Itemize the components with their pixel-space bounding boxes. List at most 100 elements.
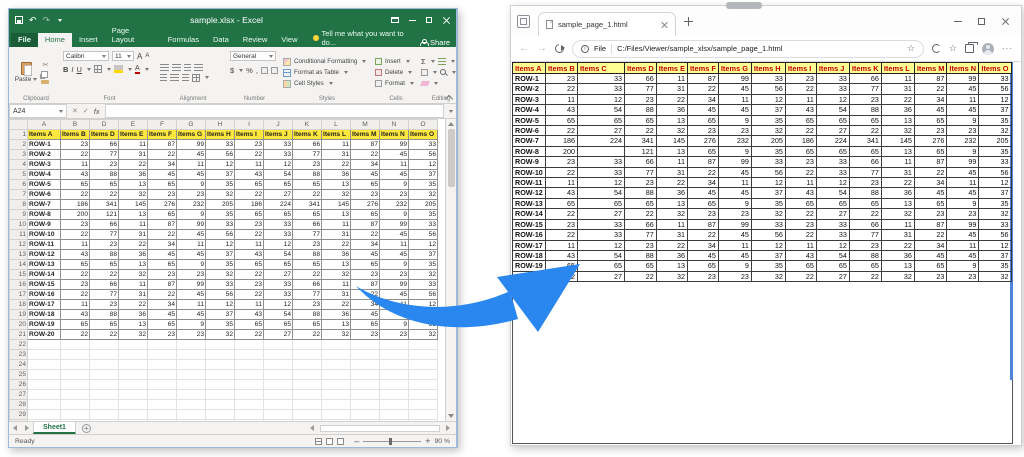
excel-cell[interactable] (293, 380, 322, 390)
excel-cell[interactable] (206, 410, 235, 420)
excel-cell[interactable] (322, 420, 351, 422)
tab-formulas[interactable]: Formulas (161, 33, 206, 47)
format-as-table-button[interactable]: Format as Table (294, 69, 339, 76)
excel-cell[interactable]: 22 (351, 150, 380, 160)
excel-cell[interactable]: Items H (206, 130, 235, 140)
excel-cell[interactable]: Items D (90, 130, 119, 140)
excel-cell[interactable]: 32 (206, 190, 235, 200)
excel-row-header[interactable]: 4 (10, 160, 28, 170)
tab-close-icon[interactable] (661, 21, 668, 28)
excel-cell[interactable] (351, 380, 380, 390)
align-top-icon[interactable] (160, 64, 169, 71)
excel-cell[interactable] (322, 360, 351, 370)
excel-column-header[interactable]: F (148, 120, 177, 130)
excel-cell[interactable] (235, 350, 264, 360)
browser-tab[interactable]: sample_page_1.html (538, 12, 676, 36)
excel-cell[interactable]: 186 (235, 200, 264, 210)
excel-cell[interactable]: 45 (177, 230, 206, 240)
excel-cell[interactable]: 22 (322, 160, 351, 170)
excel-cell[interactable]: ROW-2 (28, 150, 61, 160)
excel-cell[interactable] (206, 390, 235, 400)
excel-cell[interactable]: 34 (148, 240, 177, 250)
excel-cell[interactable]: ROW-1 (28, 140, 61, 150)
excel-cell[interactable]: 23 (61, 140, 90, 150)
excel-cell[interactable]: 32 (119, 190, 148, 200)
excel-cell[interactable]: 45 (177, 150, 206, 160)
excel-cell[interactable] (177, 400, 206, 410)
excel-cell[interactable]: 45 (177, 310, 206, 320)
excel-cell[interactable]: 99 (177, 280, 206, 290)
excel-cell[interactable]: 43 (235, 250, 264, 260)
excel-row-header[interactable]: 10 (10, 220, 28, 230)
excel-cell[interactable]: 45 (351, 170, 380, 180)
excel-cell[interactable]: 65 (148, 320, 177, 330)
excel-cell[interactable]: 66 (90, 220, 119, 230)
excel-cell[interactable] (380, 360, 409, 370)
excel-cell[interactable]: 276 (148, 200, 177, 210)
excel-cell[interactable]: 22 (61, 290, 90, 300)
excel-cell[interactable] (322, 390, 351, 400)
excel-cell[interactable]: 11 (177, 160, 206, 170)
excel-cell[interactable] (177, 410, 206, 420)
excel-cell[interactable] (148, 390, 177, 400)
excel-cell[interactable] (177, 360, 206, 370)
formula-input[interactable] (106, 104, 444, 118)
excel-cell[interactable]: 37 (206, 310, 235, 320)
excel-cell[interactable]: 54 (264, 250, 293, 260)
excel-cell[interactable]: 23 (177, 270, 206, 280)
excel-cell[interactable]: Items I (235, 130, 264, 140)
excel-cell[interactable]: 232 (177, 200, 206, 210)
page-layout-view-icon[interactable] (326, 438, 333, 445)
excel-row-header[interactable]: 27 (10, 390, 28, 400)
refresh-icon[interactable] (553, 42, 566, 55)
excel-cell[interactable] (351, 400, 380, 410)
excel-cell[interactable] (61, 400, 90, 410)
tab-data[interactable]: Data (206, 33, 236, 47)
cut-icon[interactable]: ✂ (41, 61, 50, 69)
excel-cell[interactable]: 65 (235, 320, 264, 330)
zoom-out-icon[interactable]: – (354, 437, 359, 446)
excel-cell[interactable] (235, 410, 264, 420)
excel-cell[interactable]: 9 (177, 260, 206, 270)
excel-cell[interactable]: 22 (119, 160, 148, 170)
excel-cell[interactable]: 66 (90, 280, 119, 290)
excel-cell[interactable]: Items J (264, 130, 293, 140)
excel-cell[interactable] (90, 390, 119, 400)
excel-cell[interactable]: Items A (28, 130, 61, 140)
excel-cell[interactable]: 65 (148, 180, 177, 190)
excel-column-header[interactable]: D (90, 120, 119, 130)
borders-icon[interactable] (94, 65, 102, 73)
excel-row-header[interactable]: 25 (10, 370, 28, 380)
excel-cell[interactable]: 22 (293, 190, 322, 200)
excel-cell[interactable]: 77 (90, 290, 119, 300)
excel-row-header[interactable]: 16 (10, 280, 28, 290)
excel-cell[interactable]: 87 (148, 280, 177, 290)
excel-cell[interactable]: 35 (206, 320, 235, 330)
excel-cell[interactable] (293, 400, 322, 410)
excel-cell[interactable] (90, 420, 119, 422)
italic-button[interactable]: I (71, 65, 73, 74)
excel-cell[interactable] (206, 420, 235, 422)
excel-cell[interactable]: 232 (380, 200, 409, 210)
excel-cell[interactable] (380, 420, 409, 422)
excel-cell[interactable]: 11 (61, 300, 90, 310)
excel-cell[interactable]: 66 (90, 140, 119, 150)
excel-cell[interactable]: 45 (380, 170, 409, 180)
excel-cell[interactable] (28, 340, 61, 350)
excel-cell[interactable]: 23 (235, 220, 264, 230)
excel-cell[interactable]: 9 (177, 210, 206, 220)
excel-cell[interactable]: 11 (380, 160, 409, 170)
excel-cell[interactable] (90, 370, 119, 380)
browser-close-button[interactable] (1001, 17, 1009, 25)
excel-cell[interactable]: 11 (235, 240, 264, 250)
excel-row-header[interactable]: 28 (10, 400, 28, 410)
excel-cell[interactable]: 31 (322, 150, 351, 160)
excel-cell[interactable] (119, 390, 148, 400)
excel-cell[interactable]: 22 (61, 270, 90, 280)
excel-cell[interactable]: 65 (90, 320, 119, 330)
excel-cell[interactable]: 99 (380, 140, 409, 150)
zoom-slider[interactable] (363, 441, 421, 442)
excel-cell[interactable]: 88 (293, 170, 322, 180)
excel-cell[interactable]: 22 (61, 330, 90, 340)
excel-cell[interactable]: ROW-8 (28, 210, 61, 220)
